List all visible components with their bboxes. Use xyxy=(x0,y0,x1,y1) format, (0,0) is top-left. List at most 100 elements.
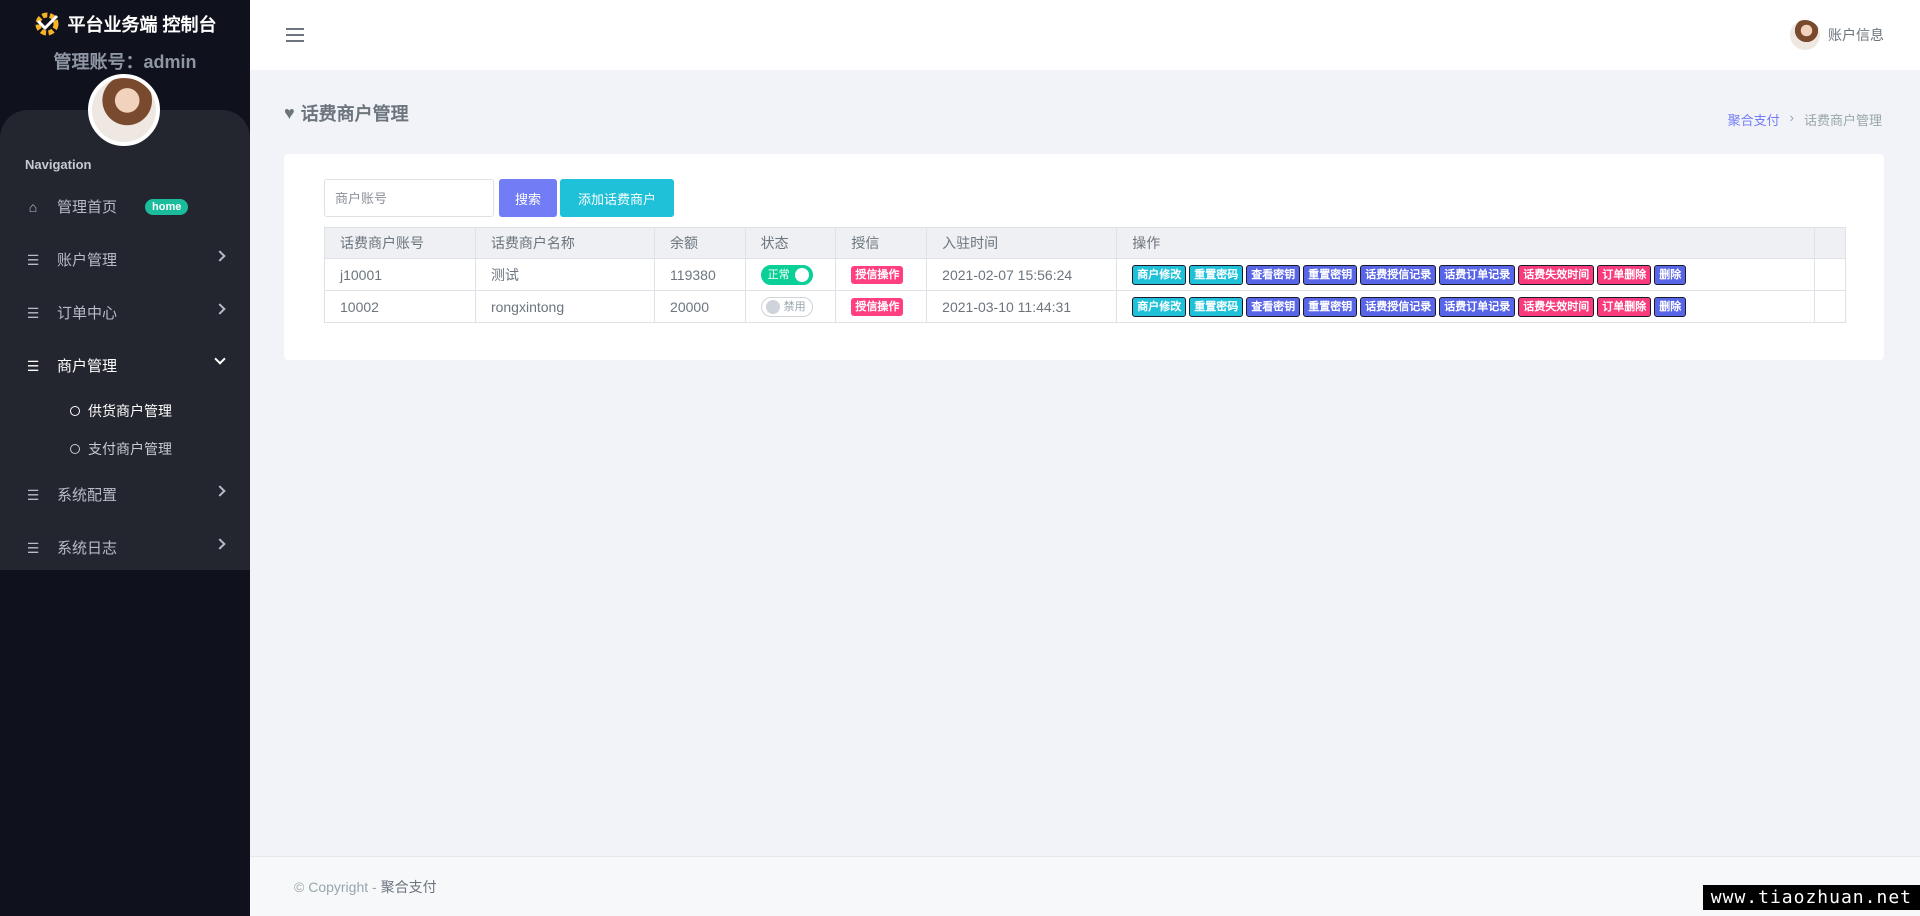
list-icon: ☰ xyxy=(26,251,40,268)
edit-merchant-button[interactable]: 商户修改 xyxy=(1132,264,1187,285)
clock-icon xyxy=(70,444,80,454)
sidebar-item-label: 管理首页 xyxy=(57,199,118,216)
cell-balance: 20000 xyxy=(654,290,746,323)
status-toggle-label: 禁用 xyxy=(783,300,806,313)
page-title-text: 话费商户管理 xyxy=(300,104,409,124)
col-balance: 余额 xyxy=(654,227,746,259)
copyright: © Copyright - 聚合支付 xyxy=(294,877,437,897)
gear-logo-icon xyxy=(35,12,59,36)
search-button[interactable]: 搜索 xyxy=(499,179,557,217)
cell-credit: 授信操作 xyxy=(835,258,928,291)
cell-spacer xyxy=(1813,258,1847,291)
cell-account: j10001 xyxy=(324,258,476,291)
watermark: www.tiaozhuan.net xyxy=(1702,885,1920,910)
hamburger-menu-icon[interactable] xyxy=(286,28,304,42)
home-icon: ⌂ xyxy=(28,198,38,215)
account-info-menu[interactable]: 账户信息 xyxy=(1790,20,1884,50)
sidebar-item-system-config[interactable]: ☰ 系统配置 xyxy=(0,468,250,521)
reset-key-button[interactable]: 重置密钥 xyxy=(1303,296,1358,317)
account-info-label: 账户信息 xyxy=(1828,27,1884,43)
sidebar-subitem-supplier[interactable]: 供货商户管理 xyxy=(0,392,250,430)
cell-credit: 授信操作 xyxy=(835,290,928,323)
status-toggle[interactable]: 禁用 xyxy=(760,296,813,317)
chevron-right-icon xyxy=(214,250,226,262)
order-records-button[interactable]: 话费订单记录 xyxy=(1439,264,1516,285)
cell-join-time: 2021-03-10 11:44:31 xyxy=(926,290,1118,323)
breadcrumb-separator: › xyxy=(1789,110,1794,125)
nav-panel: Navigation ⌂ 管理首页 home ☰ 账户管理 ☰ 订单中心 ☰ 商… xyxy=(0,110,250,570)
chevron-right-icon xyxy=(214,303,226,315)
add-merchant-button[interactable]: 添加话费商户 xyxy=(560,179,674,217)
sidebar-item-label: 订单中心 xyxy=(57,305,118,322)
delete-button[interactable]: 删除 xyxy=(1654,296,1687,317)
credit-records-button[interactable]: 话费授信记录 xyxy=(1360,296,1437,317)
col-name: 话费商户名称 xyxy=(474,227,656,259)
list-icon: ☰ xyxy=(26,539,40,556)
sidebar-item-label: 系统配置 xyxy=(57,487,118,504)
sidebar-item-orders[interactable]: ☰ 订单中心 xyxy=(0,286,250,339)
footer-link[interactable]: 聚合支付 xyxy=(381,879,437,895)
sidebar-item-label: 账户管理 xyxy=(57,252,118,269)
delete-button[interactable]: 删除 xyxy=(1654,264,1687,285)
merchant-table: 话费商户账号 话费商户名称 余额 状态 授信 入驻时间 操作 j10001 测试… xyxy=(324,227,1847,323)
chevron-right-icon xyxy=(214,485,226,497)
heart-icon: ♥ xyxy=(284,102,295,123)
credit-operation-button[interactable]: 授信操作 xyxy=(851,266,904,284)
cell-status: 正常 xyxy=(744,258,837,291)
sidebar-subitem-label: 支付商户管理 xyxy=(88,441,172,457)
col-actions: 操作 xyxy=(1116,227,1815,259)
delete-orders-button[interactable]: 订单删除 xyxy=(1597,264,1652,285)
sidebar-item-merchant[interactable]: ☰ 商户管理 xyxy=(0,339,250,392)
col-status: 状态 xyxy=(744,227,837,259)
cell-name: 测试 xyxy=(474,258,656,291)
sidebar-item-system-log[interactable]: ☰ 系统日志 xyxy=(0,521,250,574)
status-toggle-label: 正常 xyxy=(767,268,790,281)
cell-balance: 119380 xyxy=(654,258,746,291)
sidebar-avatar xyxy=(88,74,160,146)
breadcrumb-current: 话费商户管理 xyxy=(1803,113,1882,128)
brand[interactable]: 平台业务端 控制台 xyxy=(0,10,250,38)
merchant-card: 搜索 添加话费商户 话费商户账号 话费商户名称 余额 状态 授信 入驻时间 操作… xyxy=(284,154,1884,360)
nav-caption: Navigation xyxy=(25,157,92,172)
merchant-account-search-input[interactable] xyxy=(324,179,494,217)
page-title: ♥ 话费商户管理 xyxy=(284,100,409,126)
brand-title: 平台业务端 控制台 xyxy=(67,15,217,35)
table-row: 10002 rongxintong 20000 禁用 授信操作 2021-03-… xyxy=(324,290,1847,323)
copyright-text: © Copyright - xyxy=(294,879,381,895)
credit-records-button[interactable]: 话费授信记录 xyxy=(1360,264,1437,285)
sidebar-item-account[interactable]: ☰ 账户管理 xyxy=(0,233,250,286)
table-header-row: 话费商户账号 话费商户名称 余额 状态 授信 入驻时间 操作 xyxy=(324,227,1847,259)
view-key-button[interactable]: 查看密钥 xyxy=(1246,296,1301,317)
chevron-right-icon xyxy=(214,538,226,550)
order-records-button[interactable]: 话费订单记录 xyxy=(1439,296,1516,317)
cell-spacer xyxy=(1813,290,1847,323)
reset-key-button[interactable]: 重置密钥 xyxy=(1303,264,1358,285)
expiry-time-button[interactable]: 话费失效时间 xyxy=(1518,296,1595,317)
chevron-down-icon xyxy=(214,353,226,365)
edit-merchant-button[interactable]: 商户修改 xyxy=(1132,296,1187,317)
cell-status: 禁用 xyxy=(744,290,837,323)
sidebar-item-label: 系统日志 xyxy=(57,540,118,557)
reset-password-button[interactable]: 重置密码 xyxy=(1189,296,1244,317)
sidebar-subitem-payment[interactable]: 支付商户管理 xyxy=(0,430,250,468)
reset-password-button[interactable]: 重置密码 xyxy=(1189,264,1244,285)
cell-actions: 商户修改 重置密码 查看密钥 重置密钥 话费授信记录 话费订单记录 话费失效时间… xyxy=(1116,290,1815,323)
clock-icon xyxy=(70,406,80,416)
topbar: 账户信息 xyxy=(250,0,1920,70)
delete-orders-button[interactable]: 订单删除 xyxy=(1597,296,1652,317)
credit-operation-button[interactable]: 授信操作 xyxy=(851,298,904,316)
view-key-button[interactable]: 查看密钥 xyxy=(1246,264,1301,285)
sidebar-item-home[interactable]: ⌂ 管理首页 home xyxy=(0,180,250,233)
list-icon: ☰ xyxy=(26,304,40,321)
status-toggle[interactable]: 正常 xyxy=(760,264,813,285)
home-badge: home xyxy=(145,198,189,215)
table-row: j10001 测试 119380 正常 授信操作 2021-02-07 15:5… xyxy=(324,258,1847,291)
footer: © Copyright - 聚合支付 xyxy=(250,856,1920,916)
expiry-time-button[interactable]: 话费失效时间 xyxy=(1518,264,1595,285)
sidebar-subitem-label: 供货商户管理 xyxy=(88,403,172,419)
cell-actions: 商户修改 重置密码 查看密钥 重置密钥 话费授信记录 话费订单记录 话费失效时间… xyxy=(1116,258,1815,291)
breadcrumb-root[interactable]: 聚合支付 xyxy=(1728,110,1780,129)
cell-account: 10002 xyxy=(324,290,476,323)
sidebar: 平台业务端 控制台 管理账号：admin Navigation ⌂ 管理首页 h… xyxy=(0,0,250,916)
list-icon: ☰ xyxy=(26,486,40,503)
